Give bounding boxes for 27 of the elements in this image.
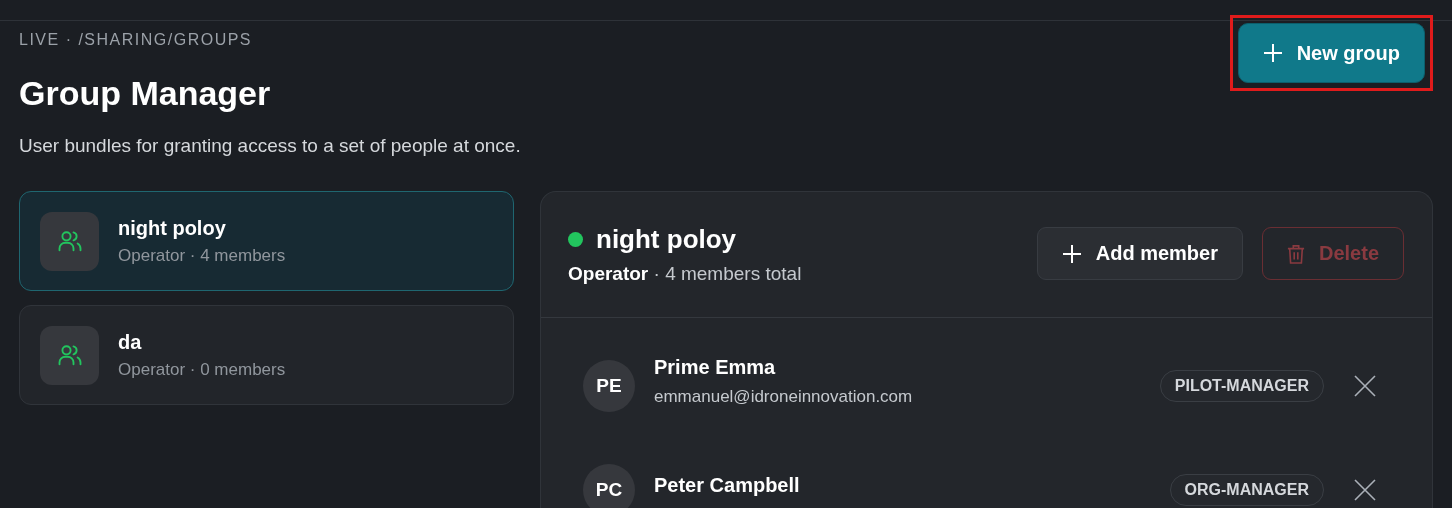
group-meta: Operator · 0 members bbox=[118, 359, 286, 380]
group-meta: Operator · 4 members bbox=[118, 245, 286, 266]
role-badge: ORG-MANAGER bbox=[1169, 474, 1324, 506]
role-badge: PILOT-MANAGER bbox=[1159, 370, 1324, 402]
group-summary: Operator · 4 members total bbox=[568, 263, 802, 285]
trash-icon bbox=[1286, 243, 1305, 264]
remove-button[interactable] bbox=[1354, 375, 1376, 397]
page-subtitle: User bundles for granting access to a set of people at once. bbox=[19, 135, 521, 157]
close-icon bbox=[1354, 375, 1376, 397]
group-name: da bbox=[118, 330, 143, 354]
avatar: PE bbox=[583, 360, 635, 412]
group-card[interactable]: da Operator · 0 members bbox=[19, 305, 514, 405]
breadcrumb: LIVE · /SHARING/GROUPS bbox=[19, 31, 254, 49]
page-title: Group Manager bbox=[19, 73, 272, 113]
member-name: Peter Campbell bbox=[654, 473, 801, 497]
group-card[interactable]: night poloy Operator · 4 members bbox=[19, 191, 514, 291]
avatar: PC bbox=[583, 464, 635, 508]
group-name: night poloy bbox=[596, 224, 737, 255]
new-group-button[interactable]: New group bbox=[1237, 23, 1425, 83]
member-email: emmanuel@idroneinnovation.com bbox=[654, 386, 914, 407]
remove-button[interactable] bbox=[1354, 479, 1376, 501]
member-name: Prime Emma bbox=[654, 355, 777, 379]
group-name: night poloy bbox=[118, 216, 227, 240]
add-member-button[interactable]: Add member bbox=[1036, 227, 1243, 280]
plus-icon bbox=[1061, 243, 1082, 264]
close-icon bbox=[1354, 479, 1376, 501]
plus-icon bbox=[1262, 43, 1283, 63]
